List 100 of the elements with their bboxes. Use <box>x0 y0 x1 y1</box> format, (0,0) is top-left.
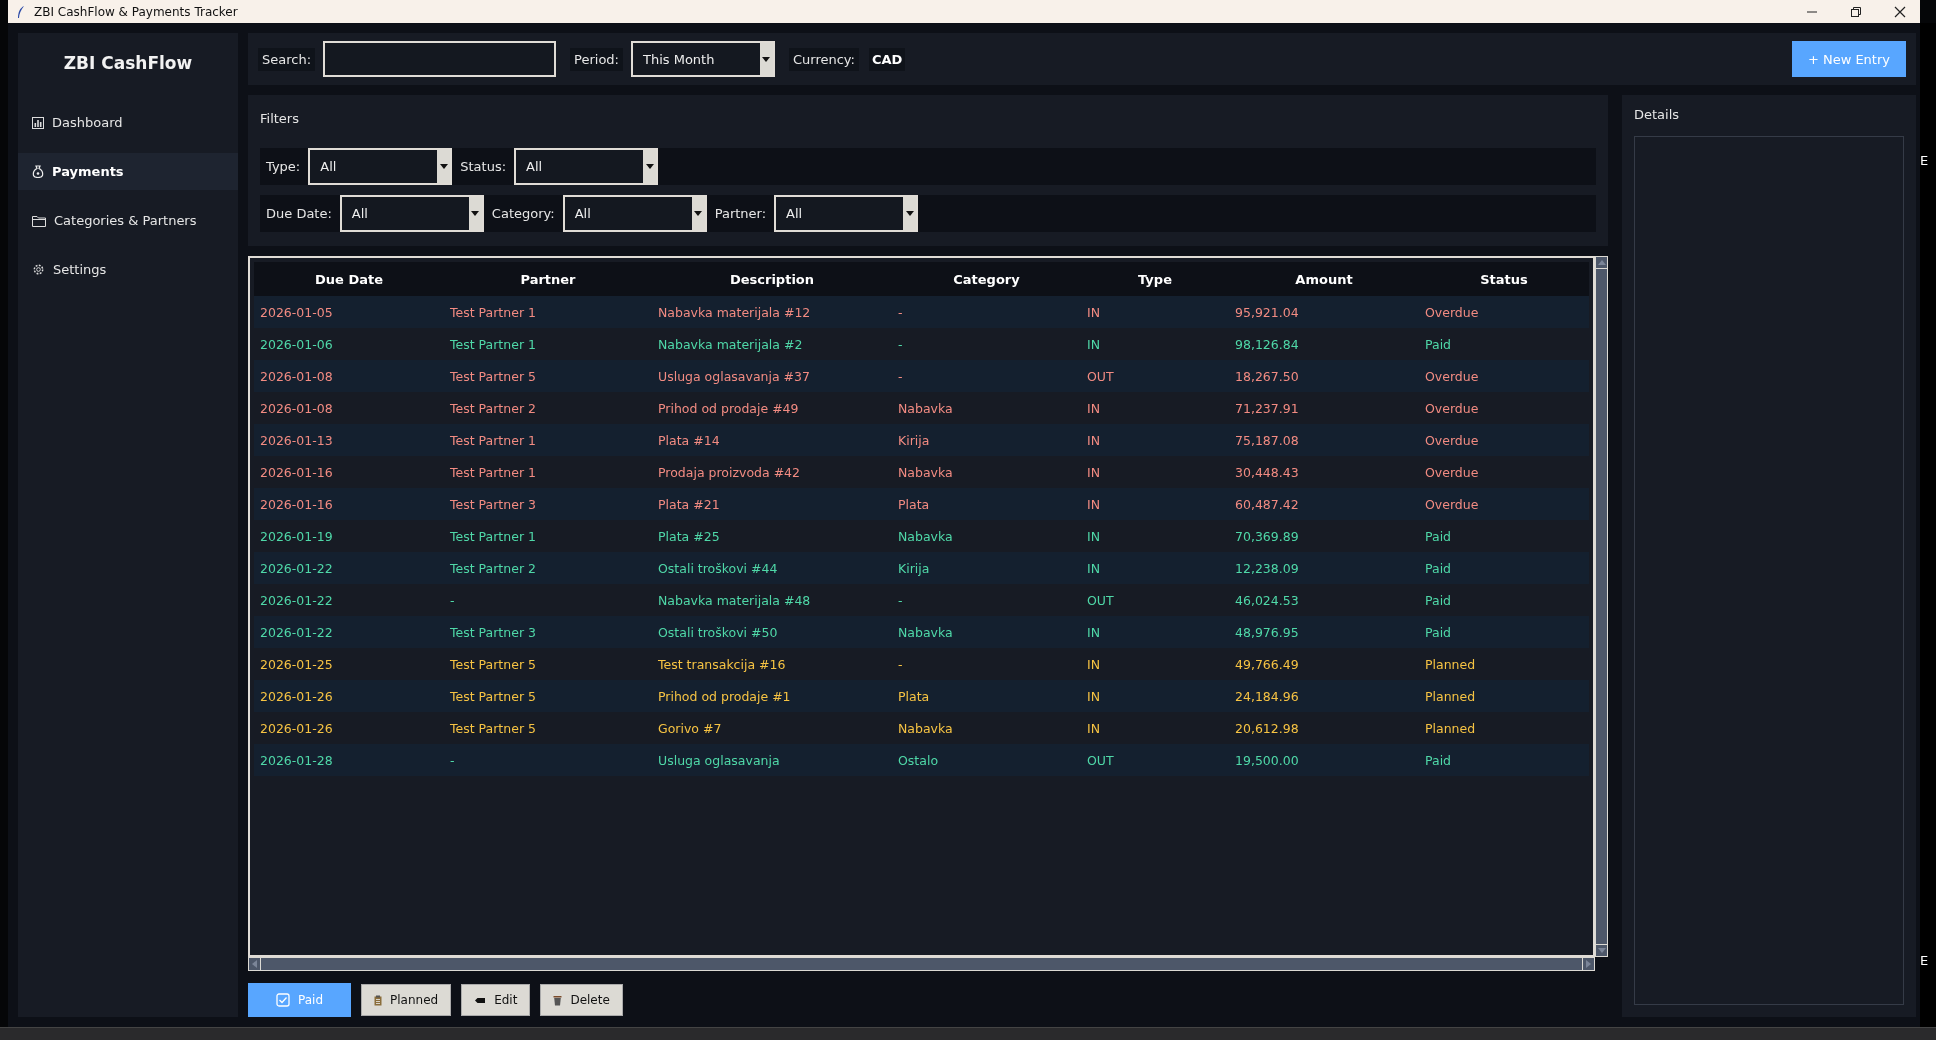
close-icon[interactable] <box>1894 5 1906 18</box>
table-cell-text: 2026-01-16 <box>259 463 334 482</box>
filter-label: Type: <box>266 159 301 174</box>
sidebar-item[interactable]: Settings <box>18 251 238 288</box>
bar-chart-icon <box>32 116 44 129</box>
table-row[interactable]: 2026-01-22 Test Partner 2 Ostali troškovi #44 Kirija IN 12,238.09 Paid <box>254 552 1589 584</box>
table-row[interactable]: 2026-01-16 Test Partner 3 Plata #21 Plata IN 60,487.42 Overdue <box>254 488 1589 520</box>
table-cell-text: 75,187.08 <box>1234 431 1300 450</box>
column-header[interactable]: Status <box>1419 262 1589 296</box>
table-cell-text: Plata #21 <box>657 495 721 514</box>
column-header[interactable]: Type <box>1081 262 1229 296</box>
table-cell-text: Nabavka <box>897 719 954 738</box>
table-cell-text: 2026-01-22 <box>259 591 334 610</box>
table-cell-text: Nabavka <box>897 399 954 418</box>
table-cell-text: Plata <box>897 687 931 706</box>
table-cell-text: Overdue <box>1424 367 1480 386</box>
details-title: Details <box>1634 107 1681 122</box>
column-header[interactable]: Category <box>892 262 1081 296</box>
column-header[interactable]: Partner <box>444 262 652 296</box>
table-row[interactable]: 2026-01-08 Test Partner 5 Usluga oglasavanja #37 - OUT 18,267.50 Overdue <box>254 360 1589 392</box>
restore-icon[interactable] <box>1850 5 1862 18</box>
search-field[interactable] <box>323 41 557 77</box>
table-cell-text: Prodaja proizvoda #42 <box>657 463 801 482</box>
filter-dropdown[interactable]: All <box>774 195 919 232</box>
caret-icon <box>471 211 480 216</box>
table-cell-text: - <box>449 591 456 610</box>
table-cell-text: Test Partner 1 <box>449 431 537 450</box>
window-title: ZBI CashFlow & Payments Tracker <box>34 4 238 19</box>
table-row[interactable]: 2026-01-28 - Usluga oglasavanja Ostalo OUT 19,500.00 Paid <box>254 744 1589 776</box>
table-cell-text: - <box>449 751 456 770</box>
action-button[interactable]: Planned <box>361 984 452 1016</box>
table-cell-text: Test Partner 2 <box>449 559 537 578</box>
table-cell-text: IN <box>1086 655 1102 674</box>
table-cell-text: 12,238.09 <box>1234 559 1300 578</box>
table-cell-text: 48,976.95 <box>1234 623 1300 642</box>
table-cell-text: Paid <box>1424 527 1453 546</box>
table-cell-text: Paid <box>1424 335 1453 354</box>
filter-dropdown[interactable]: All <box>514 148 659 185</box>
feather-icon <box>16 4 26 19</box>
table-cell-text: IN <box>1086 431 1102 450</box>
table-cell-text: Usluga oglasavanja <box>657 751 781 770</box>
table-cell-text: Nabavka materijala #48 <box>657 591 812 610</box>
period-dropdown[interactable]: This Month <box>630 41 775 77</box>
table-cell-text: Paid <box>1424 591 1453 610</box>
table-cell-text: Test Partner 1 <box>449 527 537 546</box>
table-cell-text: 2026-01-13 <box>259 431 334 450</box>
table-cell-text: 2026-01-25 <box>259 655 334 674</box>
table-cell-text: 2026-01-08 <box>259 399 334 418</box>
trash-icon <box>553 994 563 1006</box>
table-cell-text: Overdue <box>1424 495 1480 514</box>
column-header[interactable]: Amount <box>1229 262 1419 296</box>
table-cell-text: Test Partner 1 <box>449 303 537 322</box>
caret-icon <box>439 164 448 169</box>
table-cell-text: Gorivo #7 <box>657 719 723 738</box>
table-cell-text: 49,766.49 <box>1234 655 1300 674</box>
table-cell-text: OUT <box>1086 591 1115 610</box>
table-cell-text: IN <box>1086 527 1102 546</box>
table-cell-text: 30,448.43 <box>1234 463 1300 482</box>
table-cell-text: Overdue <box>1424 463 1480 482</box>
column-header[interactable]: Due Date <box>254 262 444 296</box>
table-row[interactable]: 2026-01-05 Test Partner 1 Nabavka materijala #12 - IN 95,921.04 Overdue <box>254 296 1589 328</box>
table-cell-text: Test Partner 1 <box>449 335 537 354</box>
table-cell-text: Test Partner 5 <box>449 367 537 386</box>
table-cell-text: IN <box>1086 687 1102 706</box>
table-cell-text: 2026-01-26 <box>259 687 334 706</box>
filter-dropdown[interactable]: All <box>562 195 707 232</box>
table-cell-text: 20,612.98 <box>1234 719 1300 738</box>
filter-dropdown[interactable]: All <box>339 195 484 232</box>
table-cell-text: Prihod od prodaje #1 <box>657 687 792 706</box>
table-cell-text: Paid <box>1424 623 1453 642</box>
sidebar-item[interactable]: Payments <box>18 153 238 190</box>
table-cell-text: Test Partner 3 <box>449 495 537 514</box>
table-cell-text: 24,184.96 <box>1234 687 1300 706</box>
table-cell-text: 2026-01-19 <box>259 527 334 546</box>
table-cell-text: 70,369.89 <box>1234 527 1300 546</box>
filter-dropdown[interactable]: All <box>308 148 453 185</box>
action-button[interactable]: Delete <box>540 984 623 1016</box>
table-cell-text: IN <box>1086 399 1102 418</box>
table-cell-text: 2026-01-05 <box>259 303 334 322</box>
filter-label: Partner: <box>714 206 767 221</box>
table-cell-text: IN <box>1086 335 1102 354</box>
table-cell-text: Kirija <box>897 559 931 578</box>
table-cell-text: IN <box>1086 623 1102 642</box>
sidebar-item[interactable]: Dashboard <box>18 104 238 141</box>
table-row[interactable]: 2026-01-13 Test Partner 1 Plata #14 Kirija IN 75,187.08 Overdue <box>254 424 1589 456</box>
sidebar-item[interactable]: Categories & Partners <box>18 202 238 239</box>
table-row[interactable]: 2026-01-26 Test Partner 5 Prihod od prodaje #1 Plata IN 24,184.96 Planned <box>254 680 1589 712</box>
table-row[interactable]: 2026-01-22 Test Partner 3 Ostali troškovi #50 Nabavka IN 48,976.95 Paid <box>254 616 1589 648</box>
pencil-icon <box>474 996 487 1004</box>
table-cell-text: Nabavka <box>897 463 954 482</box>
column-header[interactable]: Description <box>652 262 892 296</box>
table-cell-text: Test Partner 5 <box>449 719 537 738</box>
edge-letter: E <box>1920 953 1929 968</box>
table-cell-text: IN <box>1086 303 1102 322</box>
table-cell-text: Test Partner 1 <box>449 463 537 482</box>
table-cell-text: IN <box>1086 559 1102 578</box>
search-label: Search: <box>258 47 316 71</box>
action-button[interactable]: Edit <box>461 984 531 1016</box>
table-cell-text: IN <box>1086 463 1102 482</box>
edge-letter: E <box>1920 153 1929 168</box>
